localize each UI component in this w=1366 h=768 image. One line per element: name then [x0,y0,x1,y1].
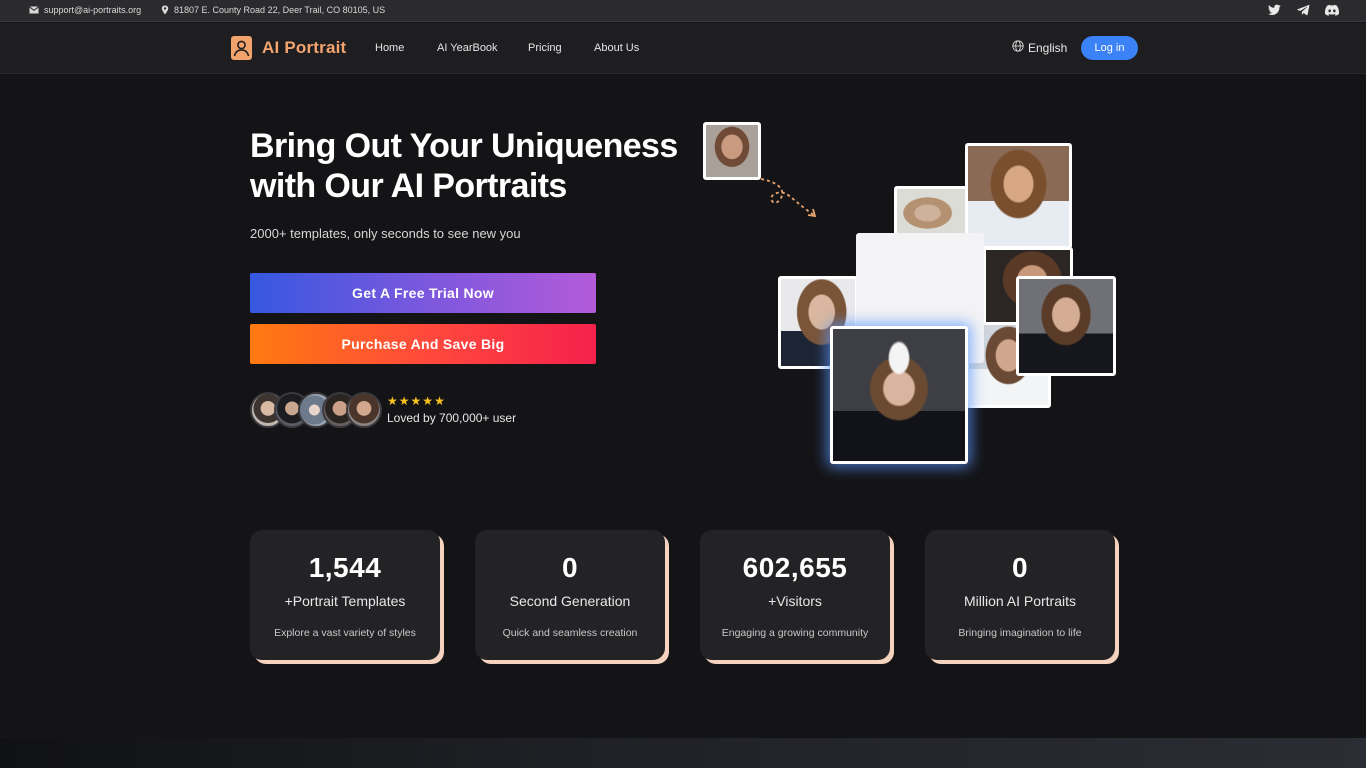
top-info-bar: support@ai-portraits.org 81807 E. County… [0,0,1366,22]
hero-title: Bring Out Your Uniqueness with Our AI Po… [250,126,710,206]
star-icon: ★ [410,394,422,408]
stat-description: Quick and seamless creation [502,627,638,639]
location-pin-icon [161,5,169,15]
telegram-icon[interactable] [1297,4,1310,16]
twitter-icon[interactable] [1268,4,1281,16]
login-button[interactable]: Log in [1081,36,1138,60]
avatar [346,392,382,428]
star-icon: ★ [398,394,410,408]
stat-label: +Portrait Templates [284,593,406,609]
hero-title-line-1: Bring Out Your Uniqueness [250,127,678,165]
nav-home[interactable]: Home [375,42,404,54]
portrait-logo-icon [231,36,252,60]
brand-name: AI Portrait [262,38,347,57]
portrait-photo [894,186,968,240]
dotted-arrow-icon [760,178,817,218]
free-trial-button[interactable]: Get A Free Trial Now [250,273,596,313]
stat-card-portraits: 0 Million AI Portraits Bringing imaginat… [925,530,1115,660]
nav-pricing[interactable]: Pricing [528,42,562,54]
stat-card-visitors: 602,655 +Visitors Engaging a growing com… [700,530,890,660]
main-navbar: AI Portrait Home AI YearBook Pricing Abo… [0,23,1366,74]
loved-by-text: Loved by 700,000+ user [387,411,517,425]
language-selector[interactable]: English [1012,40,1067,55]
featured-captain-portrait [830,326,968,464]
email-text: support@ai-portraits.org [44,5,142,15]
star-icon: ★ [422,394,434,408]
stat-card-templates: 1,544 +Portrait Templates Explore a vast… [250,530,440,660]
nav-about-us[interactable]: About Us [594,42,639,54]
rating-stars: ★ ★ ★ ★ ★ [387,395,445,407]
stat-number: 0 [561,552,579,583]
language-label: English [1028,40,1068,55]
stat-description: Engaging a growing community [721,627,869,639]
address-contact: 81807 E. County Road 22, Deer Trail, CO … [161,5,385,15]
hero-subtitle: 2000+ templates, only seconds to see new… [250,226,521,241]
portrait-photo [1016,276,1116,376]
stat-label: Second Generation [509,593,631,609]
star-icon: ★ [387,394,398,408]
stat-card-generation: 0 Second Generation Quick and seamless c… [475,530,665,660]
selfie-photo [703,122,761,180]
brand-logo[interactable]: AI Portrait [231,36,346,60]
stat-label: Million AI Portraits [963,593,1077,609]
stat-number: 0 [1011,552,1029,583]
stat-description: Explore a vast variety of styles [274,627,416,639]
user-avatars-group [250,392,382,428]
star-icon: ★ [434,394,445,408]
discord-icon[interactable] [1325,4,1339,16]
stat-number: 602,655 [742,552,848,583]
purchase-button[interactable]: Purchase And Save Big [250,324,596,364]
stat-number: 1,544 [308,552,382,583]
address-text: 81807 E. County Road 22, Deer Trail, CO … [174,5,386,15]
hero-title-line-2: with Our AI Portraits [250,167,567,205]
email-contact[interactable]: support@ai-portraits.org [29,5,141,15]
next-section-strip [0,738,1366,768]
stat-label: +Visitors [768,593,822,609]
nav-ai-yearbook[interactable]: AI YearBook [437,42,498,54]
mail-icon [29,6,39,14]
globe-icon [1012,40,1024,55]
stat-description: Bringing imagination to life [958,627,1082,639]
